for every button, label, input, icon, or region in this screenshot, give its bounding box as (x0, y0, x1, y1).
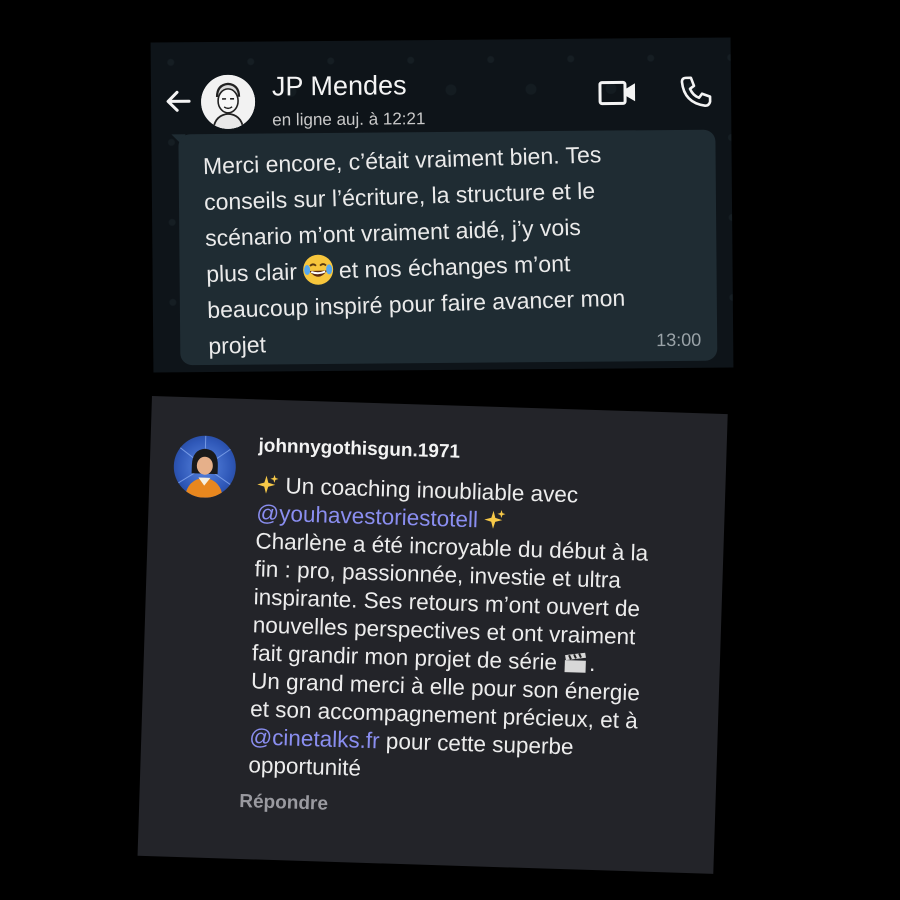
message-timestamp: 13:00 (656, 329, 702, 351)
phone-call-icon[interactable] (679, 75, 713, 109)
period: . (588, 650, 596, 677)
message-line: scénario m’ont vraiment aidé, j’y vois (204, 213, 582, 252)
contact-status: en ligne auj. à 12:21 (272, 109, 426, 130)
sparkles-icon (257, 474, 279, 494)
laughing-with-tears-emoji-icon (302, 254, 333, 285)
contact-name[interactable]: JP Mendes (272, 70, 407, 102)
message-line: conseils sur l’écriture, la structure et… (203, 177, 596, 216)
message-line: et nos échanges m’ont (338, 250, 571, 284)
instagram-comment-screenshot: johnnygothisgun.1971 Un coaching inoubli… (137, 396, 728, 874)
avatar-illustration (174, 435, 235, 499)
reply-button[interactable]: Répondre (239, 791, 328, 816)
whatsapp-chat-screenshot: JP Mendes en ligne auj. à 12:21 Merci en… (150, 37, 734, 373)
message-line: plus clair (205, 258, 298, 288)
clapperboard-icon (564, 652, 587, 673)
video-call-icon[interactable] (598, 77, 638, 107)
sparkles-icon (484, 510, 506, 529)
comment-text: Un coaching inoubliable avec @youhavesto… (248, 471, 707, 793)
contact-avatar[interactable] (200, 74, 256, 130)
chat-header: JP Mendes en ligne auj. à 12:21 (151, 37, 732, 142)
message-line: projet (207, 331, 267, 359)
avatar-sketch (200, 74, 256, 130)
commenter-avatar[interactable] (172, 434, 237, 499)
back-arrow-icon[interactable] (163, 86, 193, 116)
comment-line-text: pour cette superbe (385, 728, 574, 760)
message-line: beaucoup inspiré pour faire avancer mon (206, 284, 626, 324)
message-text: Merci encore, c’était vraiment bien. Tes… (202, 133, 703, 364)
message-bubble[interactable]: Merci encore, c’était vraiment bien. Tes… (178, 129, 718, 366)
mention-cinetalks[interactable]: @cinetalks.fr (249, 724, 380, 753)
commenter-username[interactable]: johnnygothisgun.1971 (258, 435, 460, 463)
message-line: Merci encore, c’était vraiment bien. Tes (202, 141, 602, 180)
